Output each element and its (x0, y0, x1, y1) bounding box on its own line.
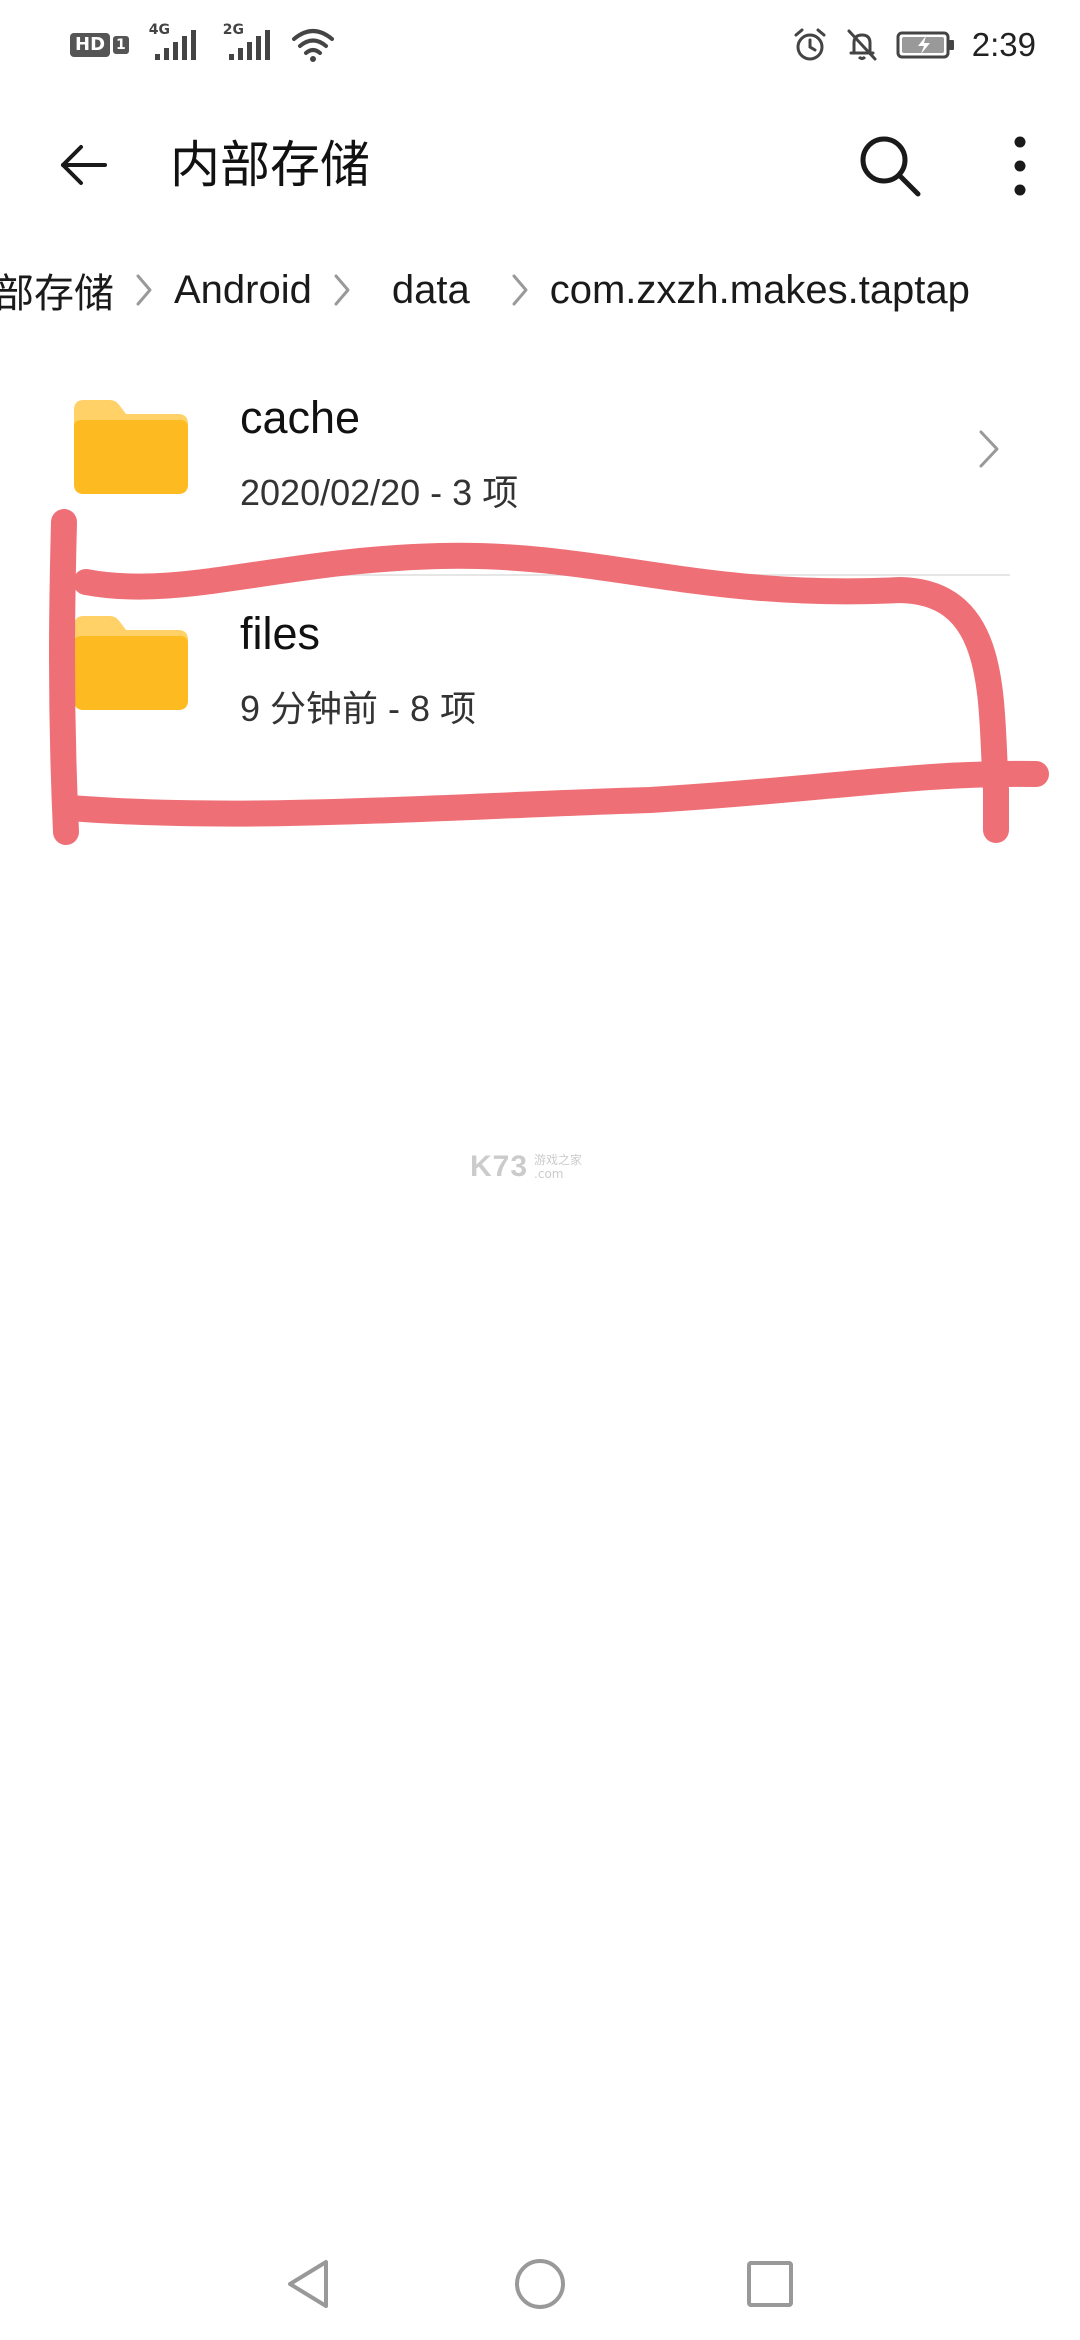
breadcrumb-item-internal-storage[interactable]: 部存储 (0, 261, 118, 319)
chevron-right-icon (136, 274, 152, 306)
app-bar: 内部存储 (0, 110, 1080, 220)
nav-recents-icon (747, 2261, 793, 2307)
file-name: cache (240, 392, 361, 443)
file-list: cache 2020/02/20 - 3 项 files 9 分钟前 - 8 项 (0, 360, 1080, 792)
folder-icon (74, 616, 188, 710)
breadcrumb: 部存储 Android data com.zxzh.makes.taptap (0, 250, 974, 330)
network-2g-label: 2G (222, 22, 244, 38)
chevron-right-icon (334, 274, 350, 306)
file-name: files (240, 608, 321, 659)
breadcrumb-item-package[interactable]: com.zxzh.makes.taptap (546, 268, 974, 313)
watermark-sub: 游戏之家 (534, 1153, 583, 1167)
folder-icon (74, 400, 188, 494)
arrow-left-icon (61, 145, 107, 185)
search-icon (860, 136, 921, 197)
network-2g: 2G (223, 22, 277, 62)
breadcrumb-item-android[interactable]: Android (170, 268, 316, 313)
nav-recents-button[interactable] (730, 2244, 810, 2324)
chevron-right-icon (979, 646, 999, 684)
list-item-cache[interactable]: cache 2020/02/20 - 3 项 (0, 360, 1080, 576)
nav-back-icon (288, 2260, 328, 2308)
hd-label: HD (70, 33, 111, 57)
watermark-text: 游戏之家 .com (534, 1153, 582, 1181)
watermark-logo: K73 (470, 1150, 529, 1183)
file-meta: 2020/02/20 - 3 项 (240, 472, 519, 513)
wifi-icon (291, 29, 334, 62)
breadcrumb-separator (118, 270, 170, 310)
more-vertical-icon (1014, 136, 1026, 196)
alarm-icon (794, 28, 826, 61)
back-button[interactable] (48, 130, 118, 200)
status-right: 2:39 (792, 20, 1036, 70)
battery-charging-icon (896, 31, 954, 59)
navigation-bar (0, 2220, 1080, 2340)
nav-home-button[interactable] (500, 2244, 580, 2324)
network-4g-label: 4G (148, 22, 170, 38)
breadcrumb-separator (316, 270, 368, 310)
network-4g: 4G (149, 22, 203, 62)
breadcrumb-separator (494, 270, 546, 310)
breadcrumb-item-data[interactable]: data (368, 268, 494, 313)
more-options-button[interactable] (990, 126, 1050, 206)
page-title: 内部存储 (170, 136, 370, 194)
watermark-domain: .com (534, 1167, 564, 1181)
list-item-files[interactable]: files 9 分钟前 - 8 项 (0, 576, 1080, 792)
watermark: K73 游戏之家 .com (470, 1150, 582, 1184)
notifications-off-icon (847, 29, 877, 61)
status-bar: HD 1 4G 2G 2:39 (0, 0, 1080, 90)
status-left: HD 1 4G 2G (70, 22, 335, 68)
file-meta: 9 分钟前 - 8 项 (240, 688, 477, 729)
chevron-right-icon (979, 430, 999, 468)
chevron-right-icon (512, 274, 528, 306)
search-button[interactable] (850, 126, 930, 206)
screen: HD 1 4G 2G 2:39 内部存储 部存储 Android data co… (0, 0, 1080, 2340)
clock: 2:39 (971, 26, 1036, 63)
nav-back-button[interactable] (270, 2244, 350, 2324)
hd-badge: HD 1 (70, 33, 129, 57)
hd-sub-label: 1 (113, 36, 129, 54)
nav-home-icon (515, 2259, 565, 2309)
